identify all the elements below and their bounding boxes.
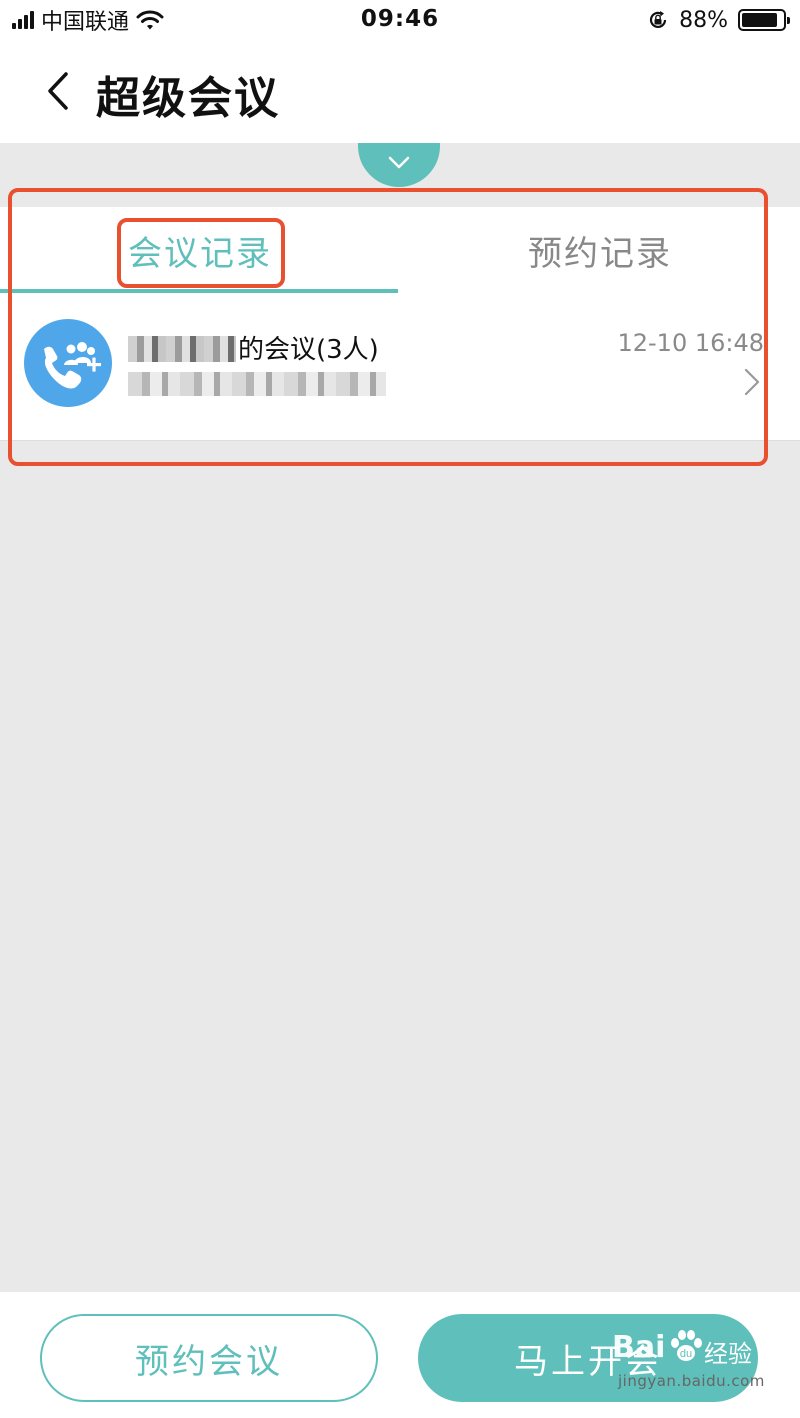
chevron-down-icon <box>388 156 410 169</box>
battery-fill <box>742 13 778 27</box>
highlight-tab-box <box>117 218 285 288</box>
watermark-logo: Bai <box>612 1330 666 1365</box>
battery-icon <box>738 9 790 31</box>
svg-text:du: du <box>680 1348 692 1360</box>
status-right: 88% <box>647 6 790 34</box>
watermark-text: 经验 <box>704 1340 752 1368</box>
watermark-url: jingyan.baidu.com <box>618 1372 765 1390</box>
collapse-toggle-button[interactable] <box>358 143 440 187</box>
status-bar: 中国联通 09:46 88% <box>0 0 800 40</box>
battery-percent: 88% <box>679 7 728 33</box>
orientation-lock-icon <box>650 11 667 29</box>
paw-icon: du <box>671 1330 702 1361</box>
baidu-watermark: Bai du 经验 jingyan.baidu.com <box>612 1326 765 1396</box>
reserve-meeting-label: 预约会议 <box>135 1341 283 1382</box>
chevron-left-icon[interactable] <box>38 68 78 114</box>
reserve-meeting-button[interactable]: 预约会议 <box>40 1314 378 1402</box>
page-title: 超级会议 <box>96 73 280 124</box>
nav-bar: 超级会议 <box>0 40 800 143</box>
